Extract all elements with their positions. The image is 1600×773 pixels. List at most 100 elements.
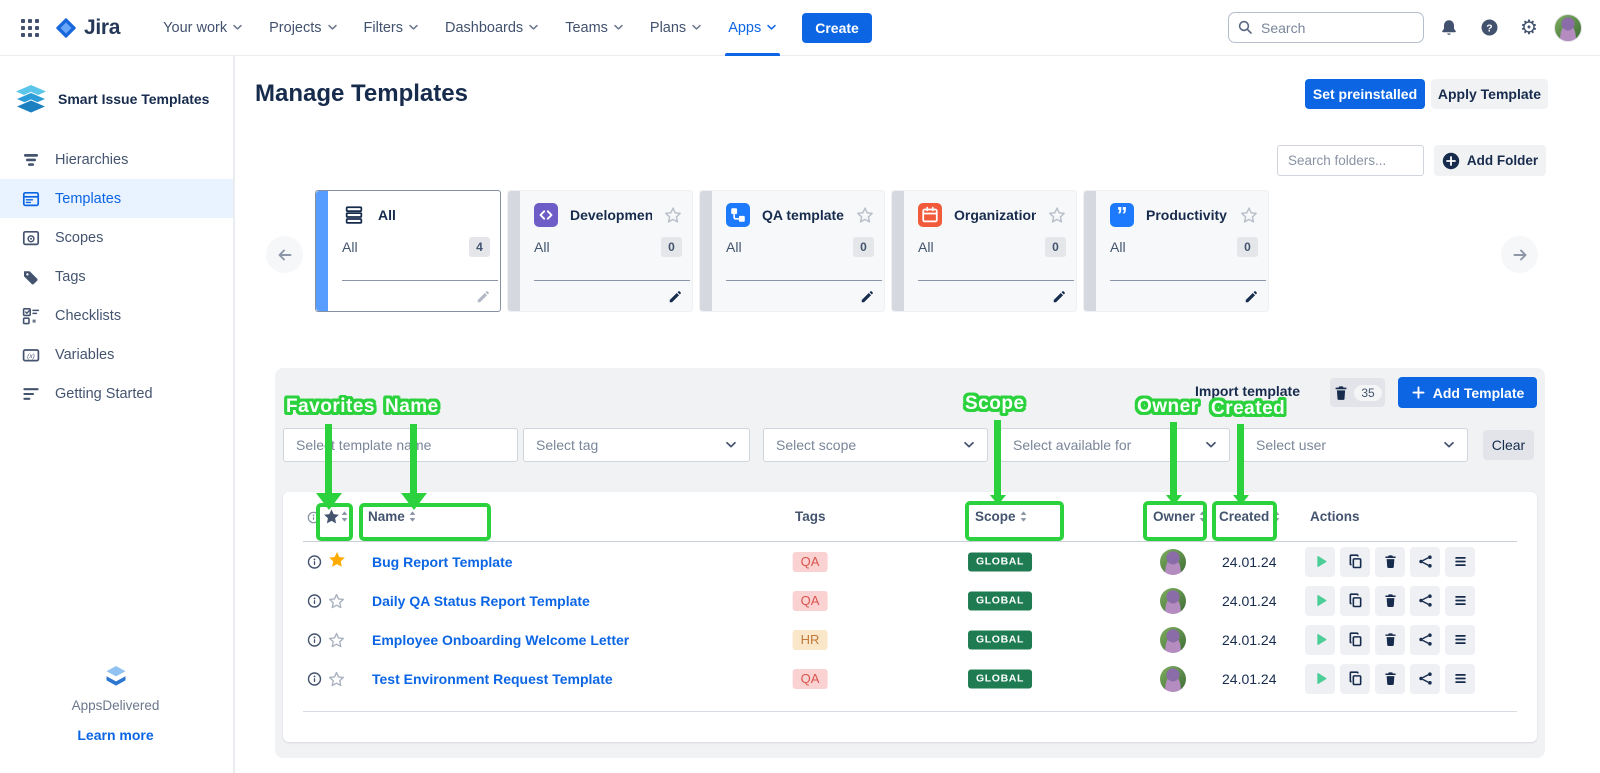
sort-icon[interactable] [341, 511, 348, 522]
nav-teams[interactable]: Teams [552, 0, 637, 56]
apply-button[interactable] [1305, 664, 1335, 694]
edit-folder-button[interactable] [860, 290, 874, 304]
clear-filters-button[interactable]: Clear [1483, 430, 1534, 460]
favorite-star-icon[interactable] [1240, 206, 1258, 224]
sidebar-item-variables[interactable]: Variables [0, 335, 233, 374]
row-favorite-star[interactable] [328, 670, 345, 687]
folder-card-productivity[interactable]: Productivity All 0 [1083, 190, 1269, 312]
name-column-header[interactable]: Name [368, 509, 416, 524]
favorite-star-icon[interactable] [1048, 206, 1066, 224]
nav-projects[interactable]: Projects [256, 0, 350, 56]
owner-column-header[interactable]: Owner [1153, 509, 1206, 524]
row-info-icon[interactable] [307, 593, 322, 608]
scope-badge: GLOBAL [968, 552, 1032, 571]
copy-button[interactable] [1340, 664, 1370, 694]
copy-button[interactable] [1340, 547, 1370, 577]
user-avatar[interactable] [1554, 14, 1582, 42]
pencil-icon [1244, 290, 1258, 304]
folder-card-development[interactable]: Development All 0 [507, 190, 693, 312]
delete-button[interactable] [1375, 586, 1405, 616]
import-template-link[interactable]: Import template [1195, 383, 1300, 399]
template-name-link[interactable]: Employee Onboarding Welcome Letter [372, 632, 629, 648]
sidebar-item-getting-started[interactable]: Getting Started [0, 374, 233, 413]
folder-card-organization[interactable]: Organization All 0 [891, 190, 1077, 312]
add-folder-button[interactable]: Add Folder [1434, 145, 1546, 176]
favorite-star-icon[interactable] [856, 206, 874, 224]
edit-folder-button[interactable] [1244, 290, 1258, 304]
template-name-link[interactable]: Bug Report Template [372, 554, 513, 570]
tag-filter-select[interactable]: Select tag [523, 428, 750, 462]
create-button[interactable]: Create [802, 13, 872, 43]
share-button[interactable] [1410, 625, 1440, 655]
owner-avatar[interactable] [1160, 627, 1186, 653]
settings-gear-icon[interactable]: ⚙ [1514, 13, 1544, 43]
row-info-icon[interactable] [307, 671, 322, 686]
trash-bin-button[interactable]: 35 [1330, 378, 1385, 407]
sidebar-item-scopes[interactable]: Scopes [0, 218, 233, 257]
row-favorite-star[interactable] [328, 592, 345, 609]
help-icon[interactable] [1474, 13, 1504, 43]
nav-plans[interactable]: Plans [637, 0, 715, 56]
owner-avatar[interactable] [1160, 588, 1186, 614]
set-preinstalled-button[interactable]: Set preinstalled [1305, 79, 1425, 109]
delete-button[interactable] [1375, 547, 1405, 577]
sidebar-item-hierarchies[interactable]: Hierarchies [0, 140, 233, 179]
folder-card-qa-templates[interactable]: QA templates All 0 [699, 190, 885, 312]
copy-button[interactable] [1340, 586, 1370, 616]
template-name-link[interactable]: Test Environment Request Template [372, 671, 613, 687]
delete-button[interactable] [1375, 625, 1405, 655]
available-for-filter-select[interactable]: Select available for [1000, 428, 1230, 462]
favorites-column-header[interactable] [323, 508, 340, 525]
copy-button[interactable] [1340, 625, 1370, 655]
scope-filter-select[interactable]: Select scope [763, 428, 988, 462]
more-menu-button[interactable] [1445, 625, 1475, 655]
sidebar-item-templates[interactable]: Templates [0, 179, 233, 218]
scope-column-header[interactable]: Scope [975, 509, 1027, 524]
share-button[interactable] [1410, 664, 1440, 694]
more-menu-button[interactable] [1445, 664, 1475, 694]
search-input[interactable] [1228, 12, 1424, 43]
edit-folder-button[interactable] [668, 290, 682, 304]
row-info-icon[interactable] [307, 632, 322, 647]
share-button[interactable] [1410, 547, 1440, 577]
more-menu-button[interactable] [1445, 586, 1475, 616]
nav-apps[interactable]: Apps [715, 0, 790, 56]
template-name-filter-input[interactable] [283, 428, 518, 462]
apply-button[interactable] [1305, 586, 1335, 616]
more-menu-button[interactable] [1445, 547, 1475, 577]
user-filter-select[interactable]: Select user [1243, 428, 1468, 462]
owner-avatar[interactable] [1160, 666, 1186, 692]
delete-button[interactable] [1375, 664, 1405, 694]
table-row: Daily QA Status Report Template QA GLOBA… [283, 581, 1537, 620]
favorite-star-icon[interactable] [664, 206, 682, 224]
carousel-next-button[interactable] [1501, 236, 1538, 273]
sidebar-item-tags[interactable]: Tags [0, 257, 233, 296]
apply-button[interactable] [1305, 547, 1335, 577]
row-favorite-star[interactable] [328, 631, 345, 648]
nav-filters[interactable]: Filters [351, 0, 432, 56]
app-switcher-icon[interactable] [14, 12, 46, 44]
apply-template-button[interactable]: Apply Template [1431, 79, 1548, 109]
search-folders-input[interactable] [1277, 145, 1424, 176]
sidebar-item-checklists[interactable]: Checklists [0, 296, 233, 335]
notifications-bell-icon[interactable] [1434, 13, 1464, 43]
share-button[interactable] [1410, 586, 1440, 616]
created-column-header[interactable]: Created [1219, 509, 1280, 524]
jira-logo[interactable]: Jira [54, 16, 120, 40]
learn-more-link[interactable]: Learn more [77, 727, 153, 743]
template-name-link[interactable]: Daily QA Status Report Template [372, 593, 590, 609]
owner-avatar[interactable] [1160, 549, 1186, 575]
row-info-icon[interactable] [307, 554, 322, 569]
carousel-prev-button[interactable] [266, 236, 303, 273]
edit-folder-button[interactable] [476, 290, 490, 304]
row-favorite-star[interactable] [328, 550, 346, 573]
info-icon[interactable] [307, 511, 320, 524]
folder-card-all[interactable]: All All 4 [315, 190, 501, 312]
jira-logo-text: Jira [84, 16, 120, 40]
nav-dashboards[interactable]: Dashboards [432, 0, 552, 56]
edit-folder-button[interactable] [1052, 290, 1066, 304]
nav-your-work[interactable]: Your work [150, 0, 256, 56]
row-actions [1305, 664, 1475, 694]
add-template-button[interactable]: Add Template [1398, 377, 1537, 408]
apply-button[interactable] [1305, 625, 1335, 655]
